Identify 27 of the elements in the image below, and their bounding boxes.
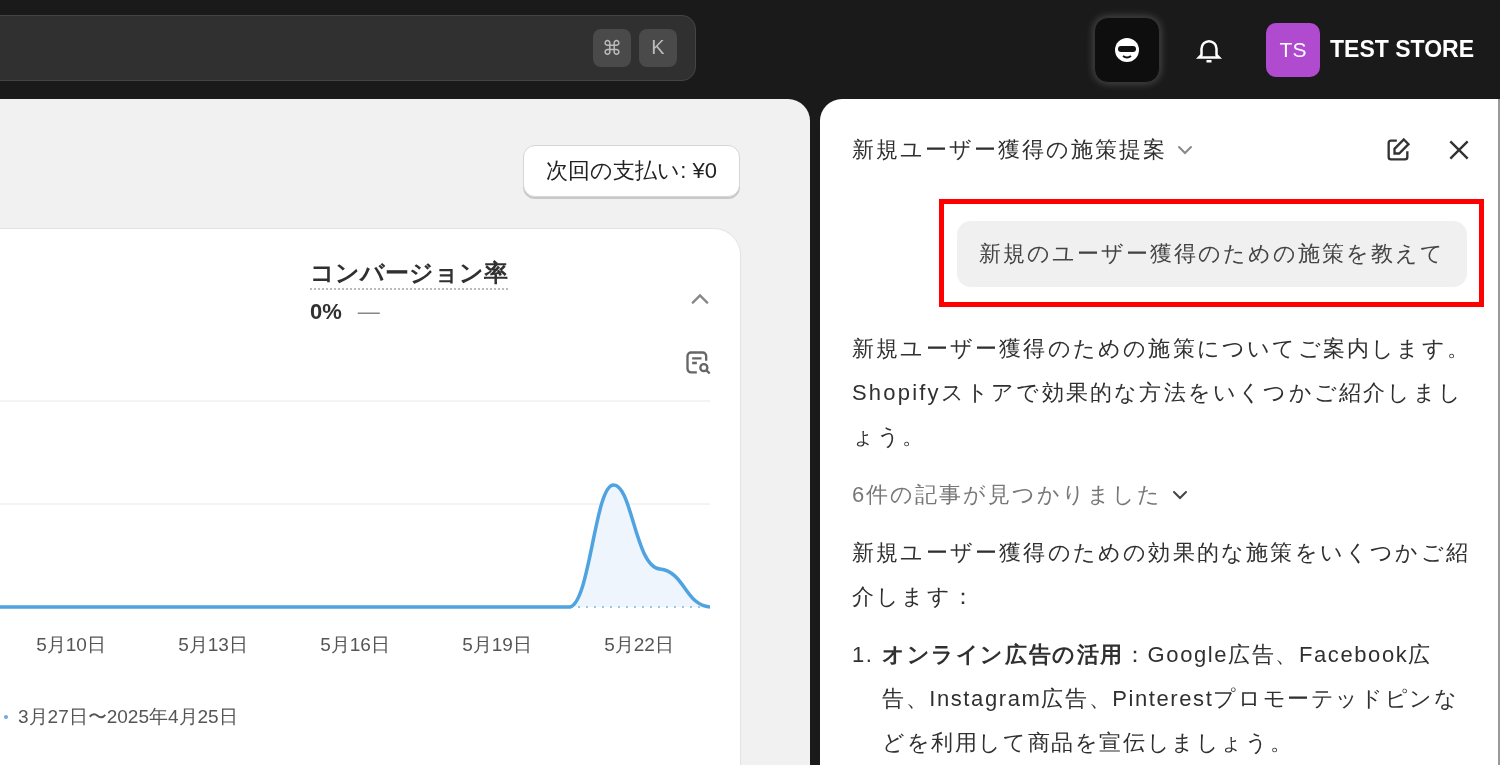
- document-search-icon: [684, 349, 712, 377]
- x-axis-label: 5月13日: [177, 633, 249, 657]
- metric-value: 0%: [310, 299, 342, 325]
- assistant-message: 新規ユーザー獲得のための効果的な施策をいくつかご紹介します：: [852, 539, 1471, 611]
- list-item-text: オンライン広告の活用：Google広告、Facebook広告、Instagram広告、Pinterestプロモーテッドピンなどを利用して商品を宣伝しましょう。: [882, 641, 1460, 757]
- shortcut-key: ⌘: [593, 28, 631, 67]
- metric-change: —: [357, 299, 380, 325]
- store-name: TEST STORE: [1330, 36, 1474, 63]
- sources-toggle[interactable]: 6件の記事が見つかりました: [852, 473, 1191, 517]
- list-number: 1.: [852, 641, 875, 669]
- next-payment-button[interactable]: 次回の支払い: ¥0: [523, 145, 740, 197]
- x-axis-label: 5月16日: [319, 633, 391, 657]
- x-axis-label: 5月10日: [35, 633, 107, 657]
- legend-label: 3月27日〜2025年4月25日: [18, 705, 238, 729]
- store-menu-button[interactable]: TS TEST STORE: [1266, 22, 1474, 77]
- chart-insight-button[interactable]: [684, 349, 712, 377]
- search-field[interactable]: ⌘ K: [0, 14, 696, 81]
- metric-title[interactable]: コンバージョン率: [310, 259, 508, 290]
- store-avatar: TS: [1266, 22, 1320, 77]
- x-axis-label: 5月19日: [461, 633, 533, 657]
- shortcut-key: K: [639, 28, 677, 67]
- assistant-button[interactable]: [1094, 16, 1160, 83]
- legend-dot: [4, 715, 8, 719]
- conversation-title[interactable]: 新規ユーザー獲得の施策提案: [852, 135, 1195, 165]
- user-message: 新規のユーザー獲得のための施策を教えて: [957, 221, 1467, 287]
- x-axis-label: 5月22日: [603, 633, 675, 657]
- assistant-message: 新規ユーザー獲得のための施策についてご案内します。Shopifyストアで効果的な方法をいくつかご紹介しましょう。: [852, 335, 1472, 451]
